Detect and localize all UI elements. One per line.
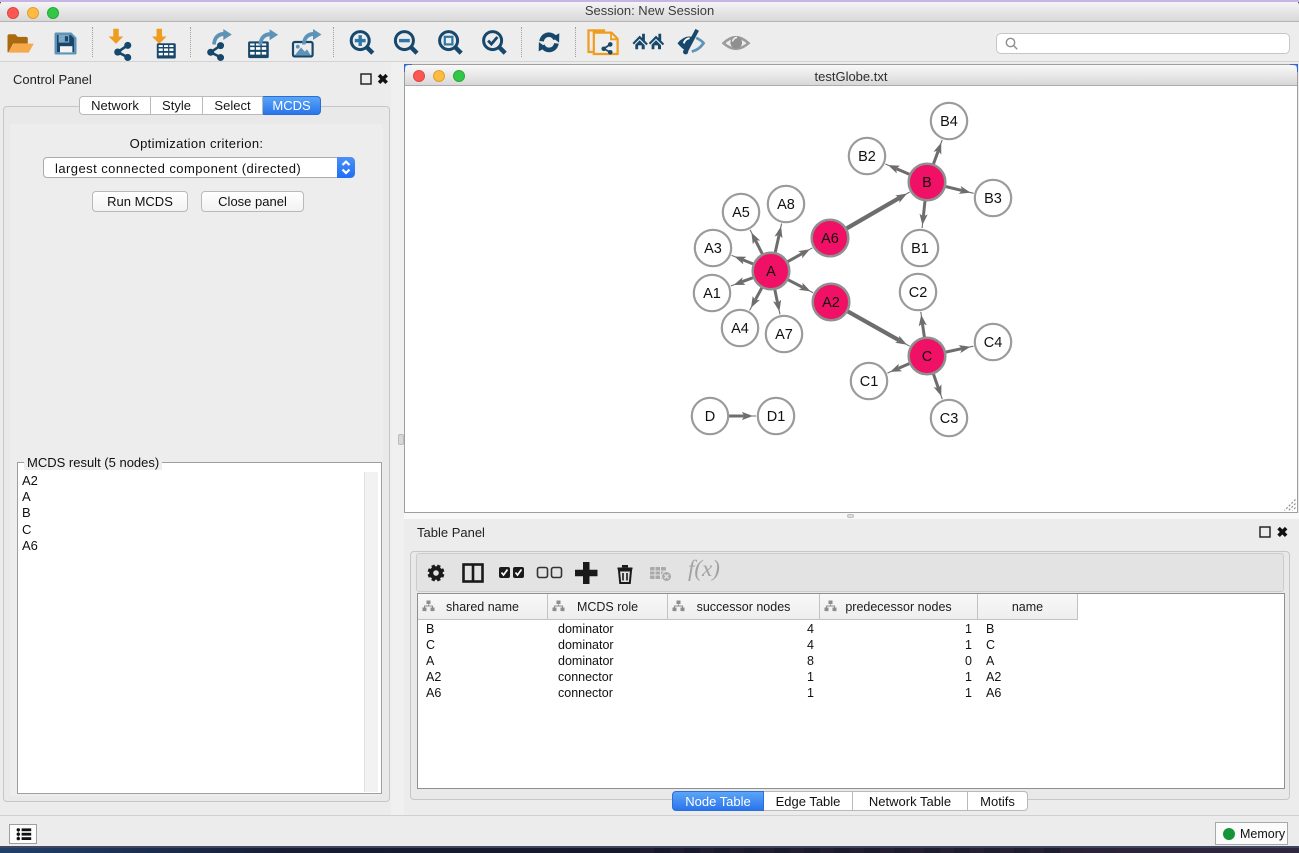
svg-text:A: A [766,264,776,280]
svg-text:B1: B1 [911,241,929,257]
svg-text:D: D [705,409,715,425]
svg-text:D1: D1 [767,409,786,425]
svg-text:C1: C1 [860,374,879,390]
svg-text:B2: B2 [858,149,876,165]
svg-text:A4: A4 [731,321,749,337]
svg-text:A7: A7 [775,327,793,343]
svg-text:A5: A5 [732,205,750,221]
svg-text:C4: C4 [984,335,1003,351]
svg-text:C2: C2 [909,285,928,301]
svg-text:C: C [922,349,932,365]
svg-text:A6: A6 [821,231,839,247]
svg-text:A2: A2 [822,295,840,311]
svg-text:A3: A3 [704,241,722,257]
svg-text:B3: B3 [984,191,1002,207]
svg-text:C3: C3 [940,411,959,427]
svg-text:B: B [922,175,932,191]
svg-text:A1: A1 [703,286,721,302]
svg-text:A8: A8 [777,197,795,213]
svg-text:B4: B4 [940,114,958,130]
